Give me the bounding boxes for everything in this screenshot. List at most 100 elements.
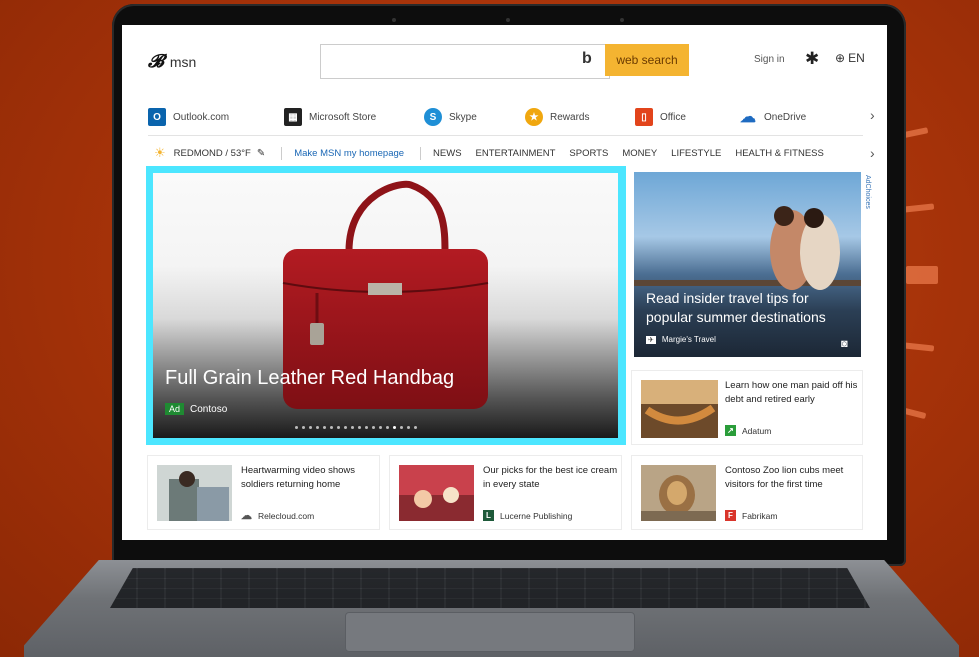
source-name: Adatum — [742, 425, 772, 436]
carousel-dots[interactable] — [295, 426, 417, 429]
chevron-right-icon[interactable]: › — [870, 107, 875, 123]
sensor — [392, 18, 396, 22]
nav-entertainment[interactable]: ENTERTAINMENT — [476, 148, 556, 159]
weather-location[interactable]: REDMOND / 53°F — [174, 148, 251, 159]
bing-icon: b — [582, 50, 592, 67]
carousel-dot[interactable] — [379, 426, 382, 429]
carousel-dot[interactable] — [337, 426, 340, 429]
app-outlook[interactable]: O Outlook.com — [148, 108, 284, 126]
card-source: ☁ Relecloud.com — [241, 510, 314, 522]
card-title[interactable]: Contoso Zoo lion cubs meet visitors for … — [725, 464, 863, 492]
sign-in-link[interactable]: Sign in — [754, 54, 785, 65]
nav-money[interactable]: MONEY — [622, 148, 657, 159]
pencil-icon[interactable]: ✎ — [257, 148, 265, 159]
make-homepage-link[interactable]: Make MSN my homepage — [294, 148, 404, 159]
app-label: OneDrive — [764, 111, 807, 123]
carousel-dot[interactable] — [330, 426, 333, 429]
camera-icon: ◙ — [841, 338, 848, 350]
hero-carousel[interactable]: Full Grain Leather Red Handbag Ad Contos… — [153, 173, 618, 438]
carousel-dot[interactable] — [295, 426, 298, 429]
ice-cream-image — [399, 465, 474, 521]
news-card[interactable]: Contoso Zoo lion cubs meet visitors for … — [632, 456, 862, 529]
carousel-dot[interactable] — [372, 426, 375, 429]
nav-lifestyle[interactable]: LIFESTYLE — [671, 148, 721, 159]
card-source: F Fabrikam — [725, 510, 777, 521]
source-name: Margie's Travel — [661, 335, 716, 344]
carousel-dot[interactable] — [323, 426, 326, 429]
app-rewards[interactable]: ★ Rewards — [525, 108, 635, 126]
gear-icon[interactable]: ✱ — [805, 49, 819, 69]
source-name: Lucerne Publishing — [500, 510, 573, 521]
adchoices-link[interactable]: AdChoices — [864, 175, 871, 209]
app-label: Outlook.com — [173, 111, 230, 123]
office-icon: ▯ — [635, 108, 653, 126]
carousel-dot[interactable] — [358, 426, 361, 429]
travel-source: ✈ Margie's Travel — [646, 335, 716, 344]
app-label: Microsoft Store — [309, 111, 377, 123]
light-streak — [906, 266, 938, 284]
webcam — [506, 18, 510, 22]
ad-badge: Ad — [165, 403, 185, 415]
logo-text: msn — [169, 53, 197, 70]
divider — [281, 146, 283, 160]
carousel-dot[interactable] — [393, 426, 396, 429]
chevron-right-icon[interactable]: › — [870, 145, 875, 161]
news-card[interactable]: Learn how one man paid off his debt and … — [632, 371, 862, 444]
app-bar: O Outlook.com ▦ Microsoft Store S Skype … — [148, 108, 863, 126]
nav-news[interactable]: NEWS — [433, 148, 462, 159]
card-title[interactable]: Our picks for the best ice cream in ever… — [483, 464, 621, 492]
source-name: Fabrikam — [742, 510, 778, 521]
app-label: Office — [660, 111, 686, 123]
soldier-hug-image — [157, 465, 232, 521]
app-label: Rewards — [550, 111, 590, 123]
hero-title[interactable]: Full Grain Leather Red Handbag — [165, 367, 454, 390]
app-onedrive[interactable]: ☁ OneDrive — [739, 108, 806, 126]
nav-sports[interactable]: SPORTS — [569, 148, 608, 159]
carousel-dot[interactable] — [316, 426, 319, 429]
travel-title[interactable]: Read insider travel tips for popular sum… — [646, 289, 856, 327]
card-source: ↗ Adatum — [725, 425, 771, 436]
trackpad — [345, 612, 635, 652]
skype-icon: S — [424, 108, 442, 126]
globe-icon: ⊕ — [835, 51, 846, 65]
card-title[interactable]: Heartwarming video shows soldiers return… — [241, 464, 379, 492]
carousel-dot[interactable] — [407, 426, 410, 429]
language-selector[interactable]: ⊕ EN — [835, 51, 865, 65]
store-icon: ▦ — [284, 108, 302, 126]
carousel-dot[interactable] — [302, 426, 305, 429]
lucerne-icon: L — [483, 510, 494, 521]
app-skype[interactable]: S Skype — [424, 108, 525, 126]
carousel-dot[interactable] — [400, 426, 403, 429]
card-title[interactable]: Learn how one man paid off his debt and … — [725, 379, 863, 407]
nav-health-fitness[interactable]: HEALTH & FITNESS — [735, 148, 824, 159]
carousel-dot[interactable] — [351, 426, 354, 429]
divider — [148, 135, 863, 136]
sun-icon: ☀ — [154, 145, 166, 160]
nav-bar: ☀ REDMOND / 53°F ✎ Make MSN my homepage … — [154, 145, 838, 161]
plane-icon: ✈ — [646, 335, 656, 344]
carousel-dot[interactable] — [344, 426, 347, 429]
hammock-image — [641, 380, 718, 438]
web-search-button[interactable]: web search — [605, 44, 689, 76]
card-source: L Lucerne Publishing — [483, 510, 572, 521]
keyboard — [110, 568, 870, 608]
search-input[interactable] — [320, 44, 610, 79]
carousel-dot[interactable] — [414, 426, 417, 429]
carousel-dot[interactable] — [386, 426, 389, 429]
adatum-icon: ↗ — [725, 425, 736, 436]
lion-cubs-image — [641, 465, 716, 521]
app-office[interactable]: ▯ Office — [635, 108, 739, 126]
divider — [420, 146, 422, 160]
handbag-image — [282, 180, 489, 409]
app-microsoft-store[interactable]: ▦ Microsoft Store — [284, 108, 424, 126]
app-label: Skype — [449, 111, 477, 123]
news-card[interactable]: Our picks for the best ice cream in ever… — [390, 456, 621, 529]
msn-logo[interactable]: 𝓑 msn — [148, 51, 196, 72]
travel-tile[interactable]: Read insider travel tips for popular sum… — [634, 172, 861, 357]
hero-ad-attribution: Ad Contoso — [165, 403, 227, 415]
carousel-dot[interactable] — [309, 426, 312, 429]
carousel-dot[interactable] — [365, 426, 368, 429]
news-card[interactable]: Heartwarming video shows soldiers return… — [148, 456, 379, 529]
msn-butterfly-icon: 𝓑 — [148, 51, 164, 71]
outlook-icon: O — [148, 108, 166, 126]
